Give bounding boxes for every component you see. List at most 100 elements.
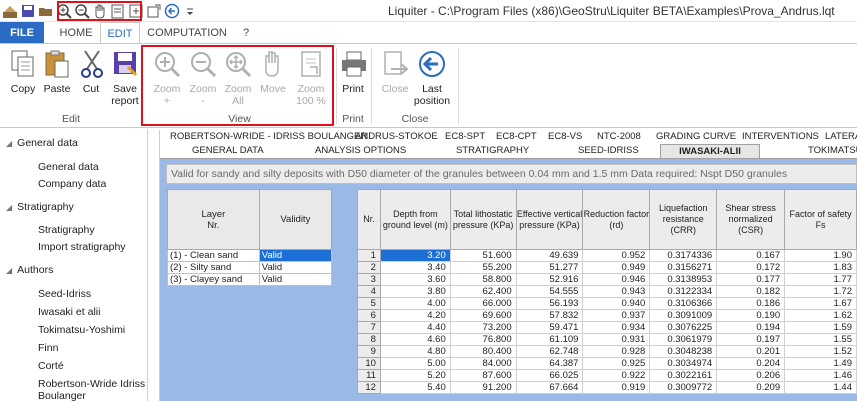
depth-cell[interactable]: 4.40 — [379, 321, 451, 334]
crr-cell[interactable]: 0.3022161 — [649, 369, 718, 382]
tab-edit[interactable]: EDIT — [100, 22, 140, 44]
cut-button[interactable]: Cut — [76, 48, 106, 95]
tab-file[interactable]: FILE — [0, 22, 44, 44]
fs-cell[interactable]: 1.55 — [784, 333, 857, 346]
csr-cell[interactable]: 0.177 — [716, 273, 786, 286]
dropdown-icon[interactable] — [182, 3, 198, 19]
csr-cell[interactable]: 0.204 — [716, 357, 786, 370]
csr-cell[interactable]: 0.194 — [716, 321, 786, 334]
validity-cell[interactable]: Valid — [258, 249, 333, 262]
reduction-factor-cell[interactable]: 0.922 — [582, 369, 651, 382]
sidebar-item-seed-idriss[interactable]: Seed-Idriss — [38, 288, 91, 300]
table-row[interactable]: 4 3.80 62.400 54.555 0.943 0.3122334 0.182 1.72 — [357, 285, 857, 298]
fs-cell[interactable]: 1.72 — [784, 285, 857, 298]
depth-cell[interactable]: 4.20 — [379, 309, 451, 322]
total-pressure-cell[interactable]: 87.600 — [449, 369, 517, 382]
effective-pressure-cell[interactable]: 56.193 — [515, 297, 584, 310]
sidebar-item-robertson-wride[interactable]: Robertson-Wride Idriss — [38, 378, 145, 390]
tab-analysis-options[interactable]: ANALYSIS OPTIONS — [315, 144, 406, 158]
depth-cell[interactable]: 5.40 — [379, 381, 451, 394]
total-pressure-cell[interactable]: 73.200 — [449, 321, 517, 334]
reduction-factor-cell[interactable]: 0.943 — [582, 285, 651, 298]
table-row[interactable]: 12 5.40 91.200 67.664 0.919 0.3009772 0.209 1.4… — [357, 381, 857, 394]
csr-cell[interactable]: 0.172 — [716, 261, 786, 274]
reduction-factor-cell[interactable]: 0.931 — [582, 333, 651, 346]
fs-cell[interactable]: 1.83 — [784, 261, 857, 274]
tab-lateral[interactable]: LATERA — [825, 130, 857, 144]
crr-cell[interactable]: 0.3106366 — [649, 297, 718, 310]
tab-ec8-spt[interactable]: EC8-SPT — [445, 130, 485, 144]
close-button[interactable]: Close — [378, 48, 412, 95]
sidebar-group-general-data[interactable]: ◢ General data — [6, 137, 78, 149]
reduction-factor-cell[interactable]: 0.952 — [582, 249, 651, 262]
sidebar-item-corte[interactable]: Corté — [38, 360, 64, 372]
depth-cell[interactable]: 5.20 — [379, 369, 451, 382]
csr-cell[interactable]: 0.186 — [716, 297, 786, 310]
tab-ec8-vs[interactable]: EC8-VS — [548, 130, 582, 144]
total-pressure-cell[interactable]: 91.200 — [449, 381, 517, 394]
depth-cell[interactable]: 4.60 — [379, 333, 451, 346]
total-pressure-cell[interactable]: 55.200 — [449, 261, 517, 274]
table-row[interactable]: 6 4.20 69.600 57.832 0.937 0.3091009 0.190 1.62 — [357, 309, 857, 322]
effective-pressure-cell[interactable]: 51.277 — [515, 261, 584, 274]
depth-cell[interactable]: 3.40 — [379, 261, 451, 274]
effective-pressure-cell[interactable]: 61.109 — [515, 333, 584, 346]
crr-cell[interactable]: 0.3061979 — [649, 333, 718, 346]
tab-home[interactable]: HOME — [52, 22, 100, 44]
copy-button[interactable]: Copy — [6, 48, 40, 95]
total-pressure-cell[interactable]: 76.800 — [449, 333, 517, 346]
depth-cell[interactable]: 4.80 — [379, 345, 451, 358]
fs-cell[interactable]: 1.62 — [784, 309, 857, 322]
tab-ntc-2008[interactable]: NTC-2008 — [597, 130, 641, 144]
table-row[interactable]: (1) - Clean sand Valid — [167, 249, 333, 262]
table-row[interactable]: (3) - Clayey sand Valid — [167, 273, 333, 286]
table-row[interactable]: 7 4.40 73.200 59.471 0.934 0.3076225 0.194 1.59 — [357, 321, 857, 334]
sidebar-item-general-data[interactable]: General data — [38, 161, 99, 173]
reduction-factor-cell[interactable]: 0.946 — [582, 273, 651, 286]
reduction-factor-cell[interactable]: 0.940 — [582, 297, 651, 310]
crr-cell[interactable]: 0.3138953 — [649, 273, 718, 286]
crr-cell[interactable]: 0.3091009 — [649, 309, 718, 322]
crr-cell[interactable]: 0.3156271 — [649, 261, 718, 274]
reduction-factor-cell[interactable]: 0.928 — [582, 345, 651, 358]
sidebar-item-robertson-wride-line2[interactable]: Boulanger — [38, 390, 86, 402]
fs-cell[interactable]: 1.59 — [784, 321, 857, 334]
sidebar-group-authors[interactable]: ◢ Authors — [6, 264, 53, 276]
table-row[interactable]: 3 3.60 58.800 52.916 0.946 0.3138953 0.177 1.77 — [357, 273, 857, 286]
sidebar-group-stratigraphy[interactable]: ◢ Stratigraphy — [6, 201, 74, 213]
reduction-factor-cell[interactable]: 0.925 — [582, 357, 651, 370]
effective-pressure-cell[interactable]: 62.748 — [515, 345, 584, 358]
total-pressure-cell[interactable]: 58.800 — [449, 273, 517, 286]
effective-pressure-cell[interactable]: 52.916 — [515, 273, 584, 286]
csr-cell[interactable]: 0.206 — [716, 369, 786, 382]
crr-cell[interactable]: 0.3122334 — [649, 285, 718, 298]
effective-pressure-cell[interactable]: 57.832 — [515, 309, 584, 322]
tab-grading-curve[interactable]: GRADING CURVE — [656, 130, 736, 144]
effective-pressure-cell[interactable]: 64.387 — [515, 357, 584, 370]
tab-general-data[interactable]: GENERAL DATA — [192, 144, 264, 158]
paste-button[interactable]: Paste — [40, 48, 74, 95]
fs-cell[interactable]: 1.52 — [784, 345, 857, 358]
fs-cell[interactable]: 1.90 — [784, 249, 857, 262]
total-pressure-cell[interactable]: 84.000 — [449, 357, 517, 370]
depth-cell[interactable]: 3.20 — [379, 249, 451, 262]
table-row[interactable]: 9 4.80 80.400 62.748 0.928 0.3048238 0.201 1.52 — [357, 345, 857, 358]
save-report-button[interactable]: Save report — [106, 48, 144, 107]
crr-cell[interactable]: 0.3048238 — [649, 345, 718, 358]
sidebar-item-company-data[interactable]: Company data — [38, 178, 106, 190]
crr-cell[interactable]: 0.3076225 — [649, 321, 718, 334]
validity-cell[interactable]: Valid — [258, 261, 333, 274]
fs-cell[interactable]: 1.77 — [784, 273, 857, 286]
tab-ec8-cpt[interactable]: EC8-CPT — [496, 130, 537, 144]
crr-cell[interactable]: 0.3034974 — [649, 357, 718, 370]
csr-cell[interactable]: 0.190 — [716, 309, 786, 322]
effective-pressure-cell[interactable]: 66.025 — [515, 369, 584, 382]
csr-cell[interactable]: 0.197 — [716, 333, 786, 346]
effective-pressure-cell[interactable]: 59.471 — [515, 321, 584, 334]
total-pressure-cell[interactable]: 51.600 — [449, 249, 517, 262]
total-pressure-cell[interactable]: 62.400 — [449, 285, 517, 298]
tab-stratigraphy[interactable]: STRATIGRAPHY — [456, 144, 529, 158]
fs-cell[interactable]: 1.46 — [784, 369, 857, 382]
print-button[interactable]: Print — [338, 48, 368, 95]
reduction-factor-cell[interactable]: 0.934 — [582, 321, 651, 334]
